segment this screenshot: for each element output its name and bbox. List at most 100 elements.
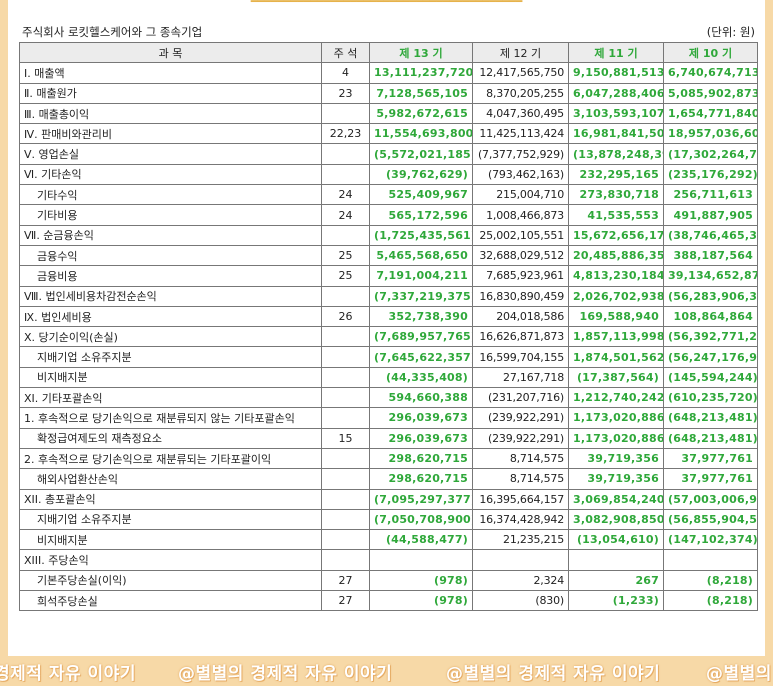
row-note: 24: [321, 184, 370, 206]
row-value: (44,588,477): [369, 529, 473, 551]
watermark-text: 경제적 자유 이야기: [0, 664, 136, 684]
row-subject: 2. 후속적으로 당기손익으로 재분류되는 기타포괄이익: [19, 447, 322, 470]
row-note: 22,23: [321, 123, 370, 145]
row-subject: 기타비용: [19, 204, 322, 226]
row-note: [321, 387, 370, 409]
row-value: (239,922,291): [472, 427, 569, 449]
col-note: 주 석: [321, 41, 370, 64]
row-subject: XIII. 주당손익: [19, 549, 322, 571]
table-row: 지배기업 소유주지분 (7,050,708,900) 16,374,428,942 3…: [19, 508, 758, 531]
row-value: 1,857,113,998: [568, 326, 664, 348]
row-value: 296,039,673: [369, 407, 473, 429]
row-subject: 1. 후속적으로 당기손익으로 재분류되지 않는 기타포괄손익: [19, 407, 322, 429]
row-note: [321, 468, 370, 490]
row-value: 298,620,715: [369, 447, 473, 470]
row-value: 525,409,967: [369, 184, 473, 206]
watermark-band: 경제적 자유 이야기 @별별의 경제적 자유 이야기 @별별의 경제적 자유 이…: [0, 656, 773, 686]
row-subject: Ⅱ. 매출원가: [19, 82, 322, 104]
row-note: [321, 549, 370, 571]
row-value: (239,922,291): [472, 407, 569, 429]
row-subject: Ⅶ. 순금융손익: [19, 224, 322, 246]
table-row: Ⅳ. 판매비와관리비 22,23 11,554,693,800 11,425,113,…: [19, 123, 758, 145]
table-row: Ⅲ. 매출총이익 5,982,672,615 4,047,360,495 3,103,…: [19, 102, 758, 125]
row-value: 21,235,215: [472, 529, 569, 551]
row-value: 39,719,356: [568, 447, 664, 470]
row-note: [321, 488, 370, 510]
table-row: Ⅸ. 법인세비용 26 352,738,390 204,018,586 169,588,…: [19, 305, 758, 328]
table-row: Ⅹ. 당기순이익(손실) (7,689,957,765) 16,626,871,87…: [19, 326, 758, 348]
row-value: (5,572,021,185): [369, 143, 473, 165]
row-subject: Ⅷ. 법인세비용차감전순손익: [19, 285, 322, 307]
table-row: 비지배지분 (44,588,477) 21,235,215 (13,054,610)(…: [19, 529, 758, 551]
row-value: (7,645,622,357): [369, 346, 473, 368]
row-subject: 지배기업 소유주지분: [19, 346, 322, 368]
row-value: 8,714,575: [472, 447, 569, 470]
row-value: (56,247,176,989): [663, 346, 758, 368]
row-value: 1,874,501,562: [568, 346, 664, 368]
row-value: 8,370,205,255: [472, 82, 569, 104]
row-subject: 기본주당손실(이익): [19, 569, 322, 592]
row-note: 27: [321, 569, 370, 592]
table-row: XII. 총포괄손익 (7,095,297,377) 16,395,664,157 3…: [19, 488, 758, 510]
row-subject: Ⅹ. 당기순이익(손실): [19, 326, 322, 348]
row-value: 4,047,360,495: [472, 102, 569, 125]
row-value: 4,813,230,184: [568, 265, 664, 287]
row-value: 215,004,710: [472, 184, 569, 206]
table-row: 기타수익 24 525,409,967 215,004,710 273,830,718 2…: [19, 184, 758, 206]
row-subject: 기타수익: [19, 184, 322, 206]
table-header-row: 과 목 주 석 제 13 기 제 12 기 제 11 기 제 10 기: [19, 41, 758, 64]
table-row: 1. 후속적으로 당기손익으로 재분류되지 않는 기타포괄손익 296,039,6…: [19, 407, 758, 429]
row-subject: 확정급여제도의 재측정요소: [19, 427, 322, 449]
income-statement-table: 과 목 주 석 제 13 기 제 12 기 제 11 기 제 10 기 Ⅰ. 매…: [19, 41, 758, 612]
table-row: 2. 후속적으로 당기손익으로 재분류되는 기타포괄이익 298,620,715 8…: [19, 447, 758, 470]
row-note: [321, 529, 370, 551]
row-value: (17,302,264,767): [663, 143, 758, 165]
row-subject: Ⅸ. 법인세비용: [19, 305, 322, 328]
row-value: 16,395,664,157: [472, 488, 569, 510]
row-subject: 금융비용: [19, 265, 322, 287]
row-note: [321, 224, 370, 246]
row-value: 15,672,656,172: [568, 224, 664, 246]
row-subject: 지배기업 소유주지분: [19, 508, 322, 531]
col-subject: 과 목: [19, 41, 322, 64]
row-note: 24: [321, 204, 370, 226]
row-note: 4: [321, 62, 370, 84]
row-note: [321, 447, 370, 470]
row-subject: XI. 기타포괄손익: [19, 387, 322, 409]
row-value: (1,725,435,561): [369, 224, 473, 246]
table-row: 금융비용 25 7,191,004,211 7,685,923,961 4,813,23…: [19, 265, 758, 287]
table-row: Ⅶ. 순금융손익 (1,725,435,561) 25,002,105,551 15,…: [19, 224, 758, 246]
row-value: [472, 549, 569, 571]
row-value: 20,485,886,356: [568, 244, 664, 267]
row-value: 273,830,718: [568, 184, 664, 206]
row-subject: 희석주당손실: [19, 590, 322, 612]
watermark-text: @별별의 경제적 자유 이야기: [446, 664, 661, 684]
row-value: (56,283,906,369): [663, 285, 758, 307]
table-row: Ⅷ. 법인세비용차감전순손익 (7,337,219,375) 16,830,890,…: [19, 285, 758, 307]
row-value: [568, 549, 664, 571]
row-note: [321, 346, 370, 368]
table-body: Ⅰ. 매출액 4 13,111,237,720 12,417,565,750 9,150…: [19, 62, 758, 612]
row-value: (7,689,957,765): [369, 326, 473, 348]
row-value: 27,167,718: [472, 366, 569, 389]
row-value: 388,187,564: [663, 244, 758, 267]
table-row: Ⅱ. 매출원가 23 7,128,565,105 8,370,205,255 6,047…: [19, 82, 758, 104]
table-row: Ⅵ. 기타손익 (39,762,629) (793,462,163) 232,295,…: [19, 163, 758, 186]
row-value: 25,002,105,551: [472, 224, 569, 246]
row-value: 491,887,905: [663, 204, 758, 226]
row-note: [321, 407, 370, 429]
row-value: (13,054,610): [568, 529, 664, 551]
row-value: (8,218): [663, 569, 758, 592]
row-value: 18,957,036,607: [663, 123, 758, 145]
row-value: 108,864,864: [663, 305, 758, 328]
row-value: 3,103,593,107: [568, 102, 664, 125]
row-value: 5,982,672,615: [369, 102, 473, 125]
row-value: 37,977,761: [663, 468, 758, 490]
row-subject: 해외사업환산손익: [19, 468, 322, 490]
row-value: (147,102,374): [663, 529, 758, 551]
row-value: 204,018,586: [472, 305, 569, 328]
table-row: XI. 기타포괄손익 594,660,388 (231,207,716) 1,212,…: [19, 387, 758, 409]
watermark-text: @별별의: [706, 664, 772, 684]
row-note: [321, 366, 370, 389]
row-value: (235,176,292): [663, 163, 758, 186]
